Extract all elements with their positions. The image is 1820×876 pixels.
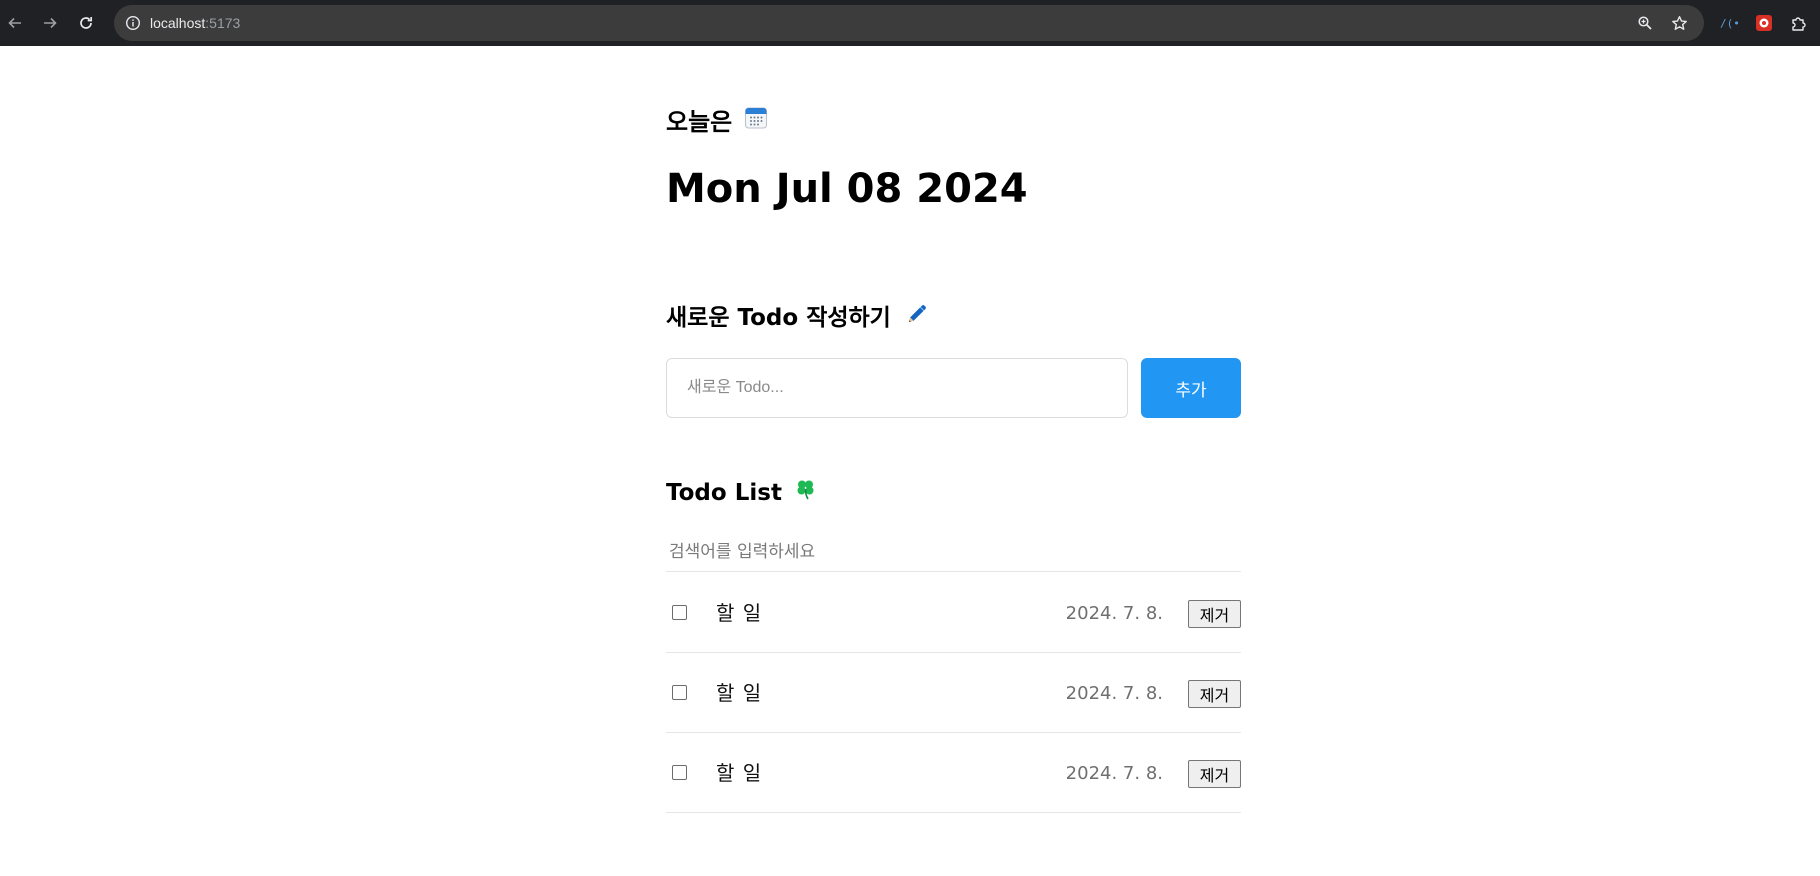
todo-checkbox[interactable] [672, 685, 687, 700]
list-title: Todo List [666, 480, 782, 506]
search-input[interactable] [666, 532, 1241, 572]
today-heading: 오늘은 [666, 106, 768, 138]
forward-arrow-icon[interactable] [38, 11, 62, 35]
todo-content: 할 일 [716, 761, 763, 785]
todo-content: 할 일 [716, 681, 763, 705]
reload-icon[interactable] [74, 11, 98, 35]
todo-list: 할 일 2024. 7. 8. 제거 할 일 2024. 7. 8. 제거 할 … [666, 573, 1241, 813]
todo-checkbox[interactable] [672, 765, 687, 780]
remove-todo-button[interactable]: 제거 [1188, 600, 1241, 628]
list-item: 할 일 2024. 7. 8. 제거 [666, 653, 1241, 733]
current-date: Mon Jul 08 2024 [666, 166, 1028, 212]
list-item: 할 일 2024. 7. 8. 제거 [666, 733, 1241, 813]
remove-todo-button[interactable]: 제거 [1188, 760, 1241, 788]
bookmark-star-icon[interactable] [1670, 14, 1688, 32]
extension-icon[interactable] [1753, 12, 1775, 34]
svg-text:/(•): /(•) [1720, 17, 1739, 30]
url-port: :5173 [205, 15, 241, 31]
zoom-icon[interactable] [1636, 14, 1654, 32]
todo-content: 할 일 [716, 601, 763, 625]
url-host: localhost [150, 15, 206, 31]
list-item: 할 일 2024. 7. 8. 제거 [666, 573, 1241, 653]
editor-title: 새로운 Todo 작성하기 [666, 305, 891, 331]
new-todo-input[interactable] [666, 358, 1128, 418]
pencil-icon [905, 302, 929, 334]
todo-date: 2024. 7. 8. [1065, 603, 1163, 624]
todo-date: 2024. 7. 8. [1065, 683, 1163, 704]
editor-heading: 새로운 Todo 작성하기 [666, 302, 929, 334]
url-text[interactable]: localhost:5173 [150, 5, 240, 41]
address-bar[interactable]: localhost:5173 [114, 5, 1704, 41]
add-todo-button[interactable]: 추가 [1141, 358, 1241, 418]
clover-icon [794, 477, 818, 509]
today-label: 오늘은 [666, 108, 733, 136]
extension-icon[interactable]: /(•) [1718, 12, 1740, 34]
todo-checkbox[interactable] [672, 605, 687, 620]
calendar-icon [744, 106, 768, 138]
list-heading: Todo List [666, 477, 818, 509]
extensions-puzzle-icon[interactable] [1788, 12, 1810, 34]
remove-todo-button[interactable]: 제거 [1188, 680, 1241, 708]
site-info-icon[interactable] [124, 14, 142, 32]
todo-date: 2024. 7. 8. [1065, 763, 1163, 784]
back-arrow-icon[interactable] [3, 11, 27, 35]
browser-toolbar: localhost:5173 /(•) [0, 0, 1820, 46]
